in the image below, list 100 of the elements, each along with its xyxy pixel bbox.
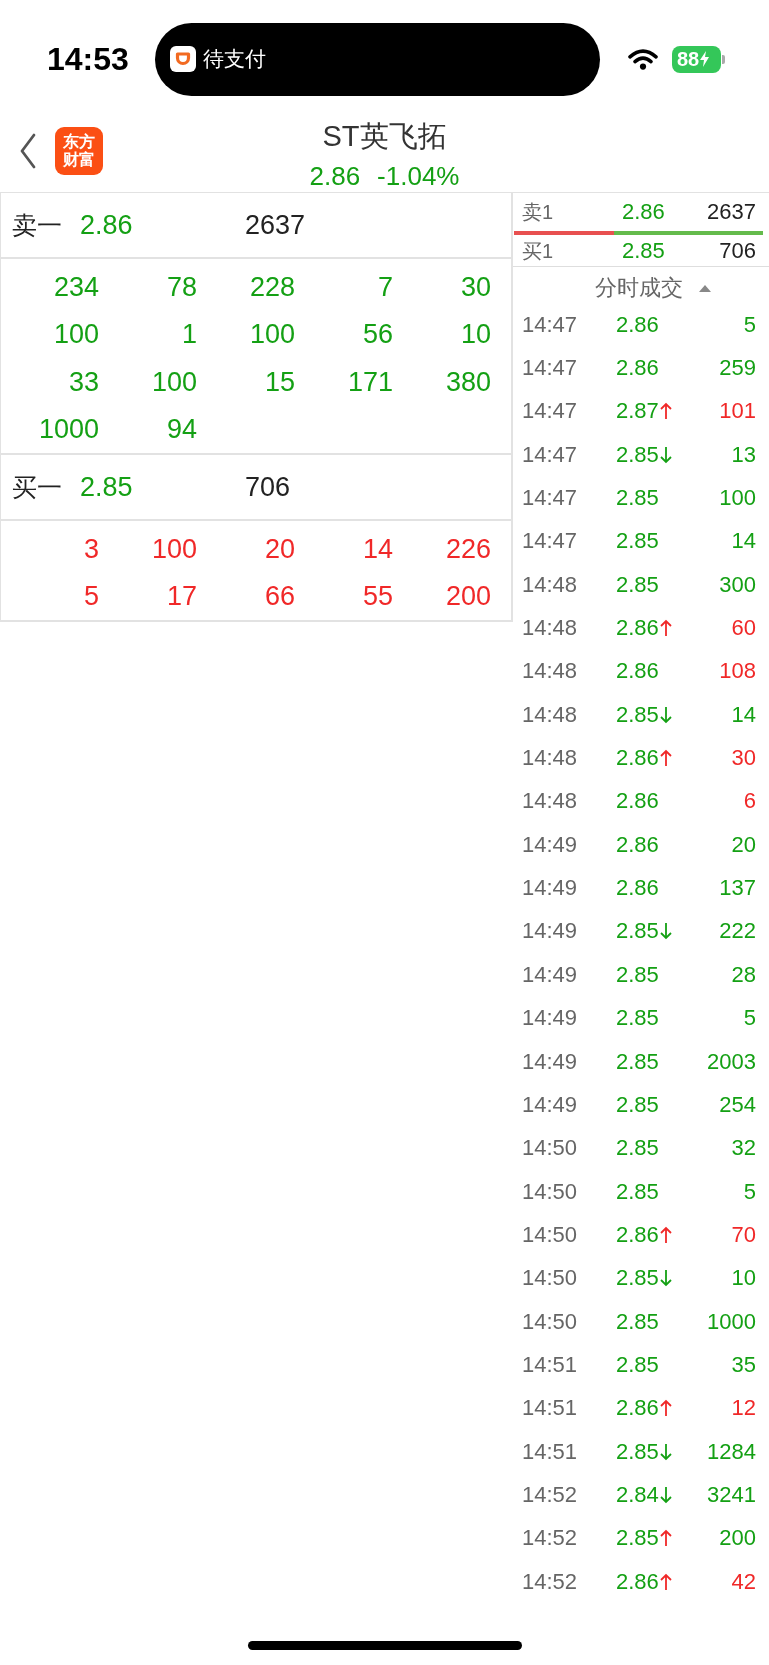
trade-volume: 2003 bbox=[707, 1048, 756, 1075]
queue-volume: 228 bbox=[249, 270, 295, 303]
queue-volume: 100 bbox=[53, 318, 99, 351]
trade-volume: 5 bbox=[743, 311, 756, 338]
status-time: 14:53 bbox=[47, 41, 129, 77]
trade-price: 2.85 bbox=[616, 1135, 659, 1162]
trade-volume: 3241 bbox=[707, 1481, 756, 1508]
queue-volume: 380 bbox=[445, 365, 491, 398]
trade-time: 14:51 bbox=[522, 1438, 578, 1465]
queue-volume: 100 bbox=[249, 318, 295, 351]
trade-time: 14:50 bbox=[522, 1308, 578, 1335]
queue-volume: 94 bbox=[166, 413, 197, 446]
battery-percent: 88 bbox=[677, 48, 700, 70]
trade-volume: 13 bbox=[731, 441, 756, 468]
trade-time: 14:48 bbox=[522, 571, 578, 598]
trade-volume: 32 bbox=[731, 1135, 756, 1162]
caret-up-icon[interactable] bbox=[699, 284, 711, 292]
queue-volume: 66 bbox=[264, 580, 295, 613]
quote-volume: 706 bbox=[719, 237, 756, 264]
trade-price: 2.85 bbox=[616, 528, 659, 555]
trade-time: 14:49 bbox=[522, 918, 578, 945]
queue-volume: 5 bbox=[83, 580, 99, 613]
back-icon[interactable] bbox=[19, 133, 37, 169]
trade-time: 14:51 bbox=[522, 1395, 578, 1422]
trade-price: 2.86 bbox=[616, 831, 659, 858]
level-price: 2.85 bbox=[80, 471, 133, 503]
trade-volume: 60 bbox=[731, 615, 756, 642]
trade-volume: 28 bbox=[731, 961, 756, 988]
queue-volume: 226 bbox=[445, 532, 491, 565]
trade-volume: 12 bbox=[731, 1395, 756, 1422]
quote-label: 买1 bbox=[522, 238, 554, 263]
app-icon bbox=[170, 46, 196, 72]
trade-price: 2.86 bbox=[616, 1568, 659, 1595]
trade-volume: 1000 bbox=[707, 1308, 756, 1335]
trade-volume: 222 bbox=[719, 918, 756, 945]
trade-price: 2.85 bbox=[616, 1005, 659, 1032]
queue-volume: 78 bbox=[166, 270, 197, 303]
trade-volume: 35 bbox=[731, 1351, 756, 1378]
trade-volume: 70 bbox=[731, 1221, 756, 1248]
trade-price: 2.87 bbox=[616, 398, 659, 425]
bolt-icon bbox=[700, 51, 710, 67]
trade-time: 14:49 bbox=[522, 1005, 578, 1032]
trade-price: 2.85 bbox=[616, 961, 659, 988]
trade-volume: 10 bbox=[731, 1265, 756, 1292]
queue-volume: 55 bbox=[362, 580, 393, 613]
trade-volume: 5 bbox=[743, 1178, 756, 1205]
trade-time: 14:47 bbox=[522, 528, 578, 555]
trade-price: 2.86 bbox=[616, 788, 659, 815]
queue-volume: 17 bbox=[166, 580, 197, 613]
queue-volume: 1000 bbox=[38, 413, 99, 446]
trade-time: 14:47 bbox=[522, 441, 578, 468]
trade-time: 14:47 bbox=[522, 355, 578, 381]
trade-volume: 137 bbox=[719, 875, 756, 902]
queue-volume: 100 bbox=[151, 365, 197, 398]
queue-volume: 234 bbox=[53, 270, 99, 303]
stock-price: 2.86 bbox=[309, 161, 361, 191]
trade-volume: 259 bbox=[719, 355, 756, 381]
queue-volume: 171 bbox=[347, 365, 393, 398]
price-change: -1.04% bbox=[377, 161, 460, 191]
queue-volume: 20 bbox=[264, 532, 295, 565]
trade-price: 2.86 bbox=[616, 355, 659, 381]
trade-time: 14:49 bbox=[522, 831, 578, 858]
trade-price: 2.85 bbox=[616, 1048, 659, 1075]
trade-volume: 20 bbox=[731, 831, 756, 858]
trade-time: 14:50 bbox=[522, 1221, 578, 1248]
trade-time: 14:52 bbox=[522, 1568, 578, 1595]
level-volume: 2637 bbox=[245, 209, 306, 241]
trade-price: 2.85 bbox=[616, 485, 659, 512]
trade-time: 14:49 bbox=[522, 1048, 578, 1075]
trade-price: 2.85 bbox=[616, 1091, 659, 1118]
queue-volume: 14 bbox=[362, 532, 393, 565]
trade-volume: 200 bbox=[719, 1525, 756, 1552]
queue-volume: 33 bbox=[68, 365, 99, 398]
level-volume: 706 bbox=[245, 471, 291, 503]
quote-label: 卖1 bbox=[522, 200, 554, 224]
quote-volume: 2637 bbox=[707, 199, 756, 225]
trade-price: 2.86 bbox=[616, 875, 659, 902]
dynamic-island[interactable]: 待支付 bbox=[155, 22, 600, 96]
trade-volume: 300 bbox=[719, 571, 756, 598]
trade-time: 14:50 bbox=[522, 1265, 578, 1292]
trade-price: 2.86 bbox=[616, 745, 659, 772]
trade-price: 2.84 bbox=[616, 1481, 659, 1508]
trade-volume: 5 bbox=[743, 1005, 756, 1032]
trade-volume: 30 bbox=[731, 745, 756, 772]
trade-time: 14:50 bbox=[522, 1135, 578, 1162]
trade-time: 14:52 bbox=[522, 1481, 578, 1508]
wifi-icon bbox=[628, 48, 658, 70]
trade-volume: 42 bbox=[731, 1568, 756, 1595]
trade-price: 2.85 bbox=[616, 918, 659, 945]
trade-time: 14:51 bbox=[522, 1351, 578, 1378]
queue-volume: 200 bbox=[445, 580, 491, 613]
trade-price: 2.85 bbox=[616, 441, 659, 468]
trade-time: 14:50 bbox=[522, 1178, 578, 1205]
trade-volume: 1284 bbox=[707, 1438, 756, 1465]
trade-time: 14:49 bbox=[522, 875, 578, 902]
trade-price: 2.86 bbox=[616, 658, 659, 685]
stock-name: ST英飞拓 bbox=[322, 119, 447, 153]
trade-price: 2.85 bbox=[616, 1438, 659, 1465]
quote-price: 2.85 bbox=[622, 237, 665, 264]
queue-volume: 7 bbox=[377, 270, 393, 303]
